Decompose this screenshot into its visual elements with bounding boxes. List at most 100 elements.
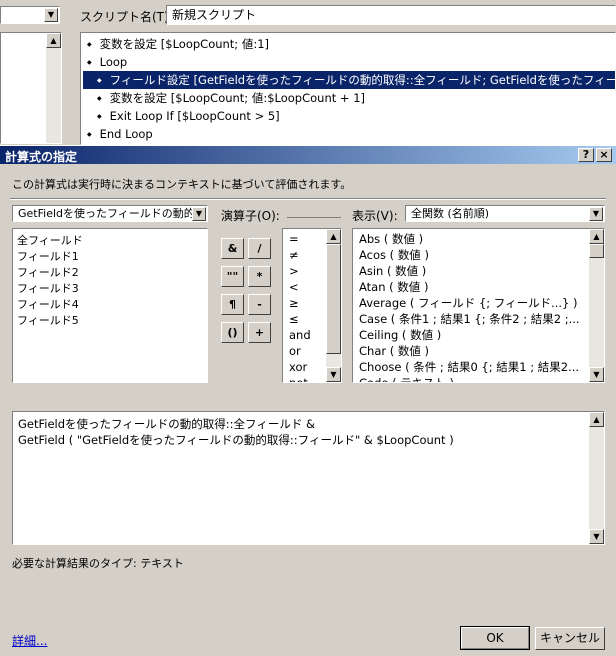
script-step[interactable]: ◆ 変数を設定 [$LoopCount; 値:1]: [83, 35, 615, 53]
formula-editor[interactable]: GetFieldを使ったフィールドの動的取得::全フィールド &GetField…: [12, 411, 605, 545]
operator-button[interactable]: /: [248, 238, 271, 259]
ok-button[interactable]: OK: [460, 626, 530, 650]
step-handle-icon[interactable]: ◆: [87, 41, 92, 48]
close-button[interactable]: ×: [596, 148, 612, 162]
field-item[interactable]: フィールド2: [13, 265, 207, 281]
bg-step-list[interactable]: ▲: [0, 32, 62, 144]
function-item[interactable]: Code ( テキスト ): [355, 375, 588, 382]
operator-list[interactable]: = ≠ > < ≥ ≤ and or xor not ▲ ▼: [282, 228, 342, 383]
function-item[interactable]: Ceiling ( 数値 ): [355, 327, 588, 343]
operator-button[interactable]: *: [248, 266, 271, 287]
calculation-dialog: 計算式の指定 ? × この計算式は実行時に決まるコンテキストに基づいて評価されま…: [0, 145, 616, 656]
scroll-up-icon[interactable]: ▲: [589, 412, 604, 427]
help-button[interactable]: ?: [578, 148, 594, 162]
cancel-label: キャンセル: [539, 631, 600, 645]
view-select-value: 全関数 (名前順): [411, 207, 490, 220]
field-item[interactable]: フィールド3: [13, 281, 207, 297]
step-text: 変数を設定 [$LoopCount; 値:1]: [99, 37, 270, 51]
operators-label: 演算子(O):: [221, 209, 280, 223]
scroll-thumb[interactable]: [326, 244, 341, 354]
script-editor[interactable]: ◆ 変数を設定 [$LoopCount; 値:1] ◆ Loop ◆ フィールド設定 [G…: [80, 32, 616, 145]
table-select-value: GetFieldを使ったフィールドの動的取: [18, 207, 206, 220]
operator-button[interactable]: ¶: [221, 294, 244, 315]
function-item[interactable]: Acos ( 数値 ): [355, 247, 588, 263]
operator-button[interactable]: -: [248, 294, 271, 315]
scroll-up-icon[interactable]: ▲: [326, 229, 341, 244]
scroll-down-icon[interactable]: ▼: [326, 367, 341, 382]
script-lines: ◆ 変数を設定 [$LoopCount; 値:1] ◆ Loop ◆ フィールド設定 [G…: [83, 35, 615, 143]
step-text: Loop: [99, 55, 128, 69]
function-item[interactable]: Choose ( 条件 ; 結果0 {; 結果1 ; 結果2...: [355, 359, 588, 375]
script-name-value: 新規スクリプト: [172, 8, 257, 22]
result-type: 必要な計算結果のタイプ: テキスト: [12, 557, 184, 570]
step-handle-icon[interactable]: ◆: [97, 113, 102, 120]
operator-item[interactable]: ≤: [285, 311, 326, 327]
formula-line: GetFieldを使ったフィールドの動的取得::全フィールド &: [18, 417, 315, 431]
function-list[interactable]: Abs ( 数値 ) Acos ( 数値 ) Asin ( 数値 ) Atan ( 数…: [352, 228, 605, 383]
chevron-down-icon[interactable]: ▼: [589, 207, 603, 221]
step-handle-icon[interactable]: ◆: [97, 77, 102, 84]
view-select[interactable]: 全関数 (名前順) ▼: [405, 205, 605, 222]
scroll-up-icon[interactable]: ▲: [589, 229, 604, 244]
script-step[interactable]: ◆ Exit Loop If [$LoopCount > 5]: [83, 107, 615, 125]
function-item[interactable]: Char ( 数値 ): [355, 343, 588, 359]
step-handle-icon[interactable]: ◆: [87, 59, 92, 66]
operator-item[interactable]: not: [285, 375, 326, 382]
operator-button[interactable]: +: [248, 322, 271, 343]
formula-line: GetField ( "GetFieldを使ったフィールドの動的取得::フィール…: [18, 433, 454, 447]
operator-item[interactable]: >: [285, 263, 326, 279]
step-handle-icon[interactable]: ◆: [97, 95, 102, 102]
operator-item[interactable]: or: [285, 343, 326, 359]
field-list[interactable]: 全フィールド フィールド1 フィールド2 フィールド3 フィールド4 フィールド5: [12, 228, 208, 383]
step-text: 変数を設定 [$LoopCount; 値:$LoopCount + 1]: [109, 91, 366, 105]
scroll-thumb[interactable]: [589, 244, 604, 258]
step-text: Exit Loop If [$LoopCount > 5]: [109, 109, 280, 123]
scroll-up-icon[interactable]: ▲: [46, 33, 61, 48]
function-item[interactable]: Atan ( 数値 ): [355, 279, 588, 295]
function-item[interactable]: Asin ( 数値 ): [355, 263, 588, 279]
operator-button[interactable]: (): [221, 322, 244, 343]
step-text: End Loop: [99, 127, 153, 141]
bg-table-dropdown[interactable]: ▼: [0, 6, 60, 24]
operator-item[interactable]: ≠: [285, 247, 326, 263]
script-step[interactable]: ◆ フィールド設定 [GetFieldを使ったフィールドの動的取得::全フィールド…: [83, 71, 615, 89]
operator-item[interactable]: and: [285, 327, 326, 343]
cancel-button[interactable]: キャンセル: [535, 627, 605, 650]
operator-button[interactable]: "": [221, 266, 244, 287]
scroll-down-icon[interactable]: ▼: [589, 529, 604, 544]
script-step[interactable]: ◆ End Loop: [83, 125, 615, 143]
table-select[interactable]: GetFieldを使ったフィールドの動的取 ▼: [12, 205, 208, 222]
function-item[interactable]: Case ( 条件1 ; 結果1 {; 条件2 ; 結果2 ;...: [355, 311, 588, 327]
operators-label-line: [287, 217, 341, 218]
view-label: 表示(V):: [352, 209, 398, 223]
details-link[interactable]: 詳細...: [12, 632, 47, 649]
script-name-input[interactable]: 新規スクリプト: [166, 5, 616, 25]
scroll-down-icon[interactable]: ▼: [589, 367, 604, 382]
function-item[interactable]: Average ( フィールド {; フィールド...} ): [355, 295, 588, 311]
function-item[interactable]: Abs ( 数値 ): [355, 231, 588, 247]
step-handle-icon[interactable]: ◆: [87, 131, 92, 138]
chevron-down-icon[interactable]: ▼: [192, 207, 206, 221]
script-name-label: スクリプト名(T):: [80, 10, 173, 24]
chevron-down-icon[interactable]: ▼: [44, 8, 58, 22]
field-item[interactable]: フィールド5: [13, 313, 207, 329]
background-window: ▼ ▲ スクリプト名(T): 新規スクリプト ◆ 変数を設定 [$LoopCoun…: [0, 0, 616, 145]
dialog-title: 計算式の指定: [5, 150, 78, 164]
step-text: フィールド設定 [GetFieldを使ったフィールドの動的取得::全フィールド;…: [109, 73, 615, 87]
operator-item[interactable]: <: [285, 279, 326, 295]
script-step[interactable]: ◆ 変数を設定 [$LoopCount; 値:$LoopCount + 1]: [83, 89, 615, 107]
close-icon: ×: [599, 148, 609, 161]
operator-item[interactable]: ≥: [285, 295, 326, 311]
dialog-description: この計算式は実行時に決まるコンテキストに基づいて評価されます。: [12, 178, 352, 191]
ok-label: OK: [486, 631, 504, 645]
field-item[interactable]: フィールド1: [13, 249, 207, 265]
operator-item[interactable]: xor: [285, 359, 326, 375]
dialog-title-bar: 計算式の指定 ? ×: [0, 146, 616, 164]
field-item[interactable]: フィールド4: [13, 297, 207, 313]
operator-item[interactable]: =: [285, 231, 326, 247]
help-icon: ?: [582, 148, 590, 161]
script-step[interactable]: ◆ Loop: [83, 53, 615, 71]
operator-button[interactable]: &: [221, 238, 244, 259]
field-item[interactable]: 全フィールド: [13, 233, 207, 249]
divider: [10, 198, 606, 200]
